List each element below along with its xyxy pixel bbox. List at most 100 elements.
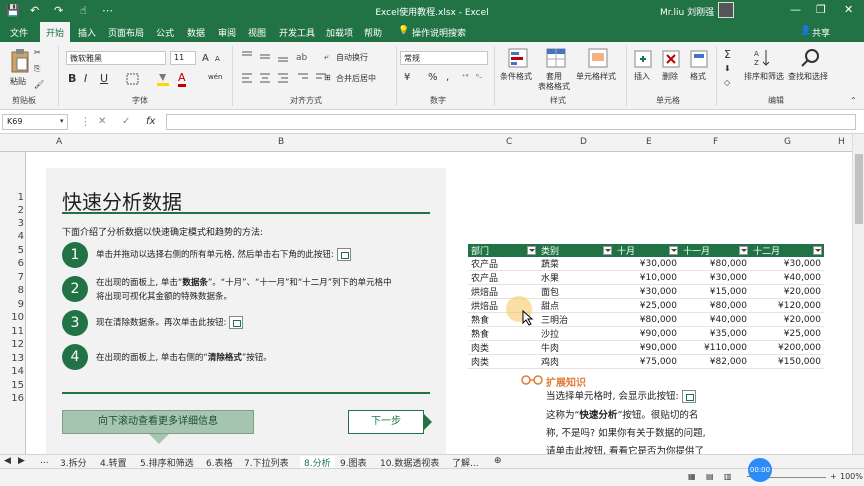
conditional-format-button[interactable]: 条件格式 (500, 71, 532, 82)
bold-button[interactable]: B (68, 72, 76, 85)
tell-me-search[interactable]: 操作说明搜索 (412, 26, 466, 39)
filter-dropdown-icon[interactable] (669, 246, 678, 255)
column-header-d[interactable]: D (580, 137, 587, 147)
name-box-dropdown-icon[interactable]: ▾ (60, 117, 64, 125)
autosum-icon[interactable]: Σ (724, 48, 731, 61)
wrap-text-icon[interactable]: ⤶ (324, 52, 328, 62)
delete-cells-icon[interactable] (662, 48, 680, 70)
table-cell[interactable]: ¥90,000 (614, 326, 680, 341)
tab-addins[interactable]: 加载项 (326, 26, 353, 39)
page-layout-view-icon[interactable]: ▤ (706, 472, 714, 481)
row-header[interactable]: 9 (0, 299, 24, 310)
tab-home[interactable]: 开始 (40, 22, 71, 42)
phonetic-icon[interactable]: wén (208, 73, 222, 81)
percent-format-icon[interactable]: % (428, 72, 438, 83)
tab-insert[interactable]: 插入 (78, 26, 96, 39)
row-header[interactable]: 11 (0, 326, 24, 337)
clear-icon[interactable]: ◇ (724, 78, 730, 87)
table-header[interactable]: 十月 (614, 244, 680, 257)
decrease-decimal-icon[interactable]: ⁰₋ (476, 73, 483, 81)
table-cell[interactable]: ¥10,000 (614, 270, 680, 285)
table-cell[interactable]: ¥110,000 (680, 340, 750, 355)
increase-font-icon[interactable]: A (202, 53, 209, 64)
format-cells-button[interactable]: 格式 (690, 71, 706, 82)
font-name-select[interactable]: 微软雅黑 (66, 51, 166, 65)
filter-dropdown-icon[interactable] (739, 246, 748, 255)
row-header[interactable]: 4 (0, 231, 24, 242)
sort-filter-button[interactable]: 排序和筛选 (744, 71, 784, 82)
table-cell[interactable]: ¥200,000 (750, 340, 824, 355)
table-header[interactable]: 部门 (468, 244, 538, 257)
add-sheet-icon[interactable]: ⊕ (494, 456, 502, 466)
table-cell[interactable]: 鸡肉 (538, 354, 614, 369)
find-select-button[interactable]: 查找和选择 (788, 71, 828, 82)
filter-dropdown-icon[interactable] (813, 246, 822, 255)
delete-cells-button[interactable]: 删除 (662, 71, 678, 82)
row-header[interactable]: 8 (0, 285, 24, 296)
underline-button[interactable]: U (100, 72, 108, 85)
borders-icon[interactable] (126, 73, 140, 85)
sort-filter-icon[interactable]: AZ (754, 48, 772, 68)
column-header-g[interactable]: G (784, 137, 791, 147)
share-button[interactable]: 共享 (812, 26, 830, 39)
format-as-table-icon[interactable] (546, 48, 566, 70)
tab-formulas[interactable]: 公式 (156, 26, 174, 39)
row-header[interactable]: 3 (0, 218, 24, 229)
column-header-f[interactable]: F (713, 137, 718, 147)
find-select-icon[interactable] (800, 48, 820, 68)
row-header[interactable]: 6 (0, 258, 24, 269)
enter-icon[interactable]: ✓ (122, 116, 130, 127)
table-cell[interactable]: ¥150,000 (750, 354, 824, 369)
table-header[interactable]: 类别 (538, 244, 614, 257)
minimize-button[interactable]: — (790, 3, 801, 16)
normal-view-icon[interactable]: ▦ (688, 472, 696, 481)
vertical-scrollbar[interactable] (852, 134, 864, 454)
table-cell[interactable]: ¥15,000 (680, 284, 750, 299)
table-cell[interactable]: ¥75,000 (614, 354, 680, 369)
table-cell[interactable]: ¥30,000 (680, 270, 750, 285)
vertical-align-icons[interactable]: ab (240, 50, 310, 62)
fill-color-icon[interactable] (156, 71, 170, 87)
column-header-c[interactable]: C (506, 137, 512, 147)
scroll-tabs-right-icon[interactable]: ▶ (18, 456, 25, 466)
column-header-h[interactable]: H (838, 137, 845, 147)
share-icon[interactable]: 👤 (800, 26, 811, 36)
next-step-button[interactable]: 下一步 (348, 410, 424, 434)
restore-button[interactable]: ❐ (816, 3, 826, 16)
comma-format-icon[interactable]: , (446, 72, 449, 83)
font-size-select[interactable]: 11 (170, 51, 196, 65)
paste-button[interactable]: 粘贴 (10, 76, 26, 87)
format-as-table-button-line2[interactable]: 表格格式 (538, 81, 570, 92)
scroll-tabs-left-icon[interactable]: ◀ (4, 456, 11, 466)
copy-icon[interactable]: ⎘ (34, 64, 40, 74)
insert-cells-button[interactable]: 插入 (634, 71, 650, 82)
table-cell[interactable]: 熟食 (468, 326, 538, 341)
zoom-level[interactable]: 100% (840, 472, 863, 481)
table-cell[interactable]: ¥40,000 (750, 270, 824, 285)
format-cells-icon[interactable] (690, 48, 708, 70)
row-header[interactable]: 15 (0, 380, 24, 391)
table-cell[interactable]: ¥40,000 (680, 312, 750, 327)
table-cell[interactable]: 面包 (538, 284, 614, 299)
name-box[interactable]: K69 (2, 114, 68, 130)
formula-input[interactable] (166, 114, 856, 130)
fill-icon[interactable]: ⬇ (724, 64, 731, 73)
tab-review[interactable]: 审阅 (218, 26, 236, 39)
accounting-format-icon[interactable]: ¥ (404, 72, 410, 83)
table-cell[interactable]: 水果 (538, 270, 614, 285)
table-cell[interactable]: 肉类 (468, 340, 538, 355)
table-cell[interactable]: ¥20,000 (750, 284, 824, 299)
cell-styles-icon[interactable] (588, 48, 608, 70)
zoom-in-icon[interactable]: + (830, 472, 837, 481)
table-cell[interactable]: ¥20,000 (750, 312, 824, 327)
column-header-b[interactable]: B (278, 137, 284, 147)
table-cell[interactable]: ¥82,000 (680, 354, 750, 369)
table-cell[interactable]: ¥30,000 (750, 257, 824, 271)
merge-icon[interactable]: ⊞ (324, 73, 331, 82)
table-cell[interactable]: 三明治 (538, 312, 614, 327)
decrease-font-icon[interactable]: A (215, 55, 220, 63)
close-button[interactable]: ✕ (844, 3, 853, 16)
scrollbar-thumb[interactable] (855, 154, 863, 224)
tab-developer[interactable]: 开发工具 (279, 26, 315, 39)
table-cell[interactable]: 沙拉 (538, 326, 614, 341)
